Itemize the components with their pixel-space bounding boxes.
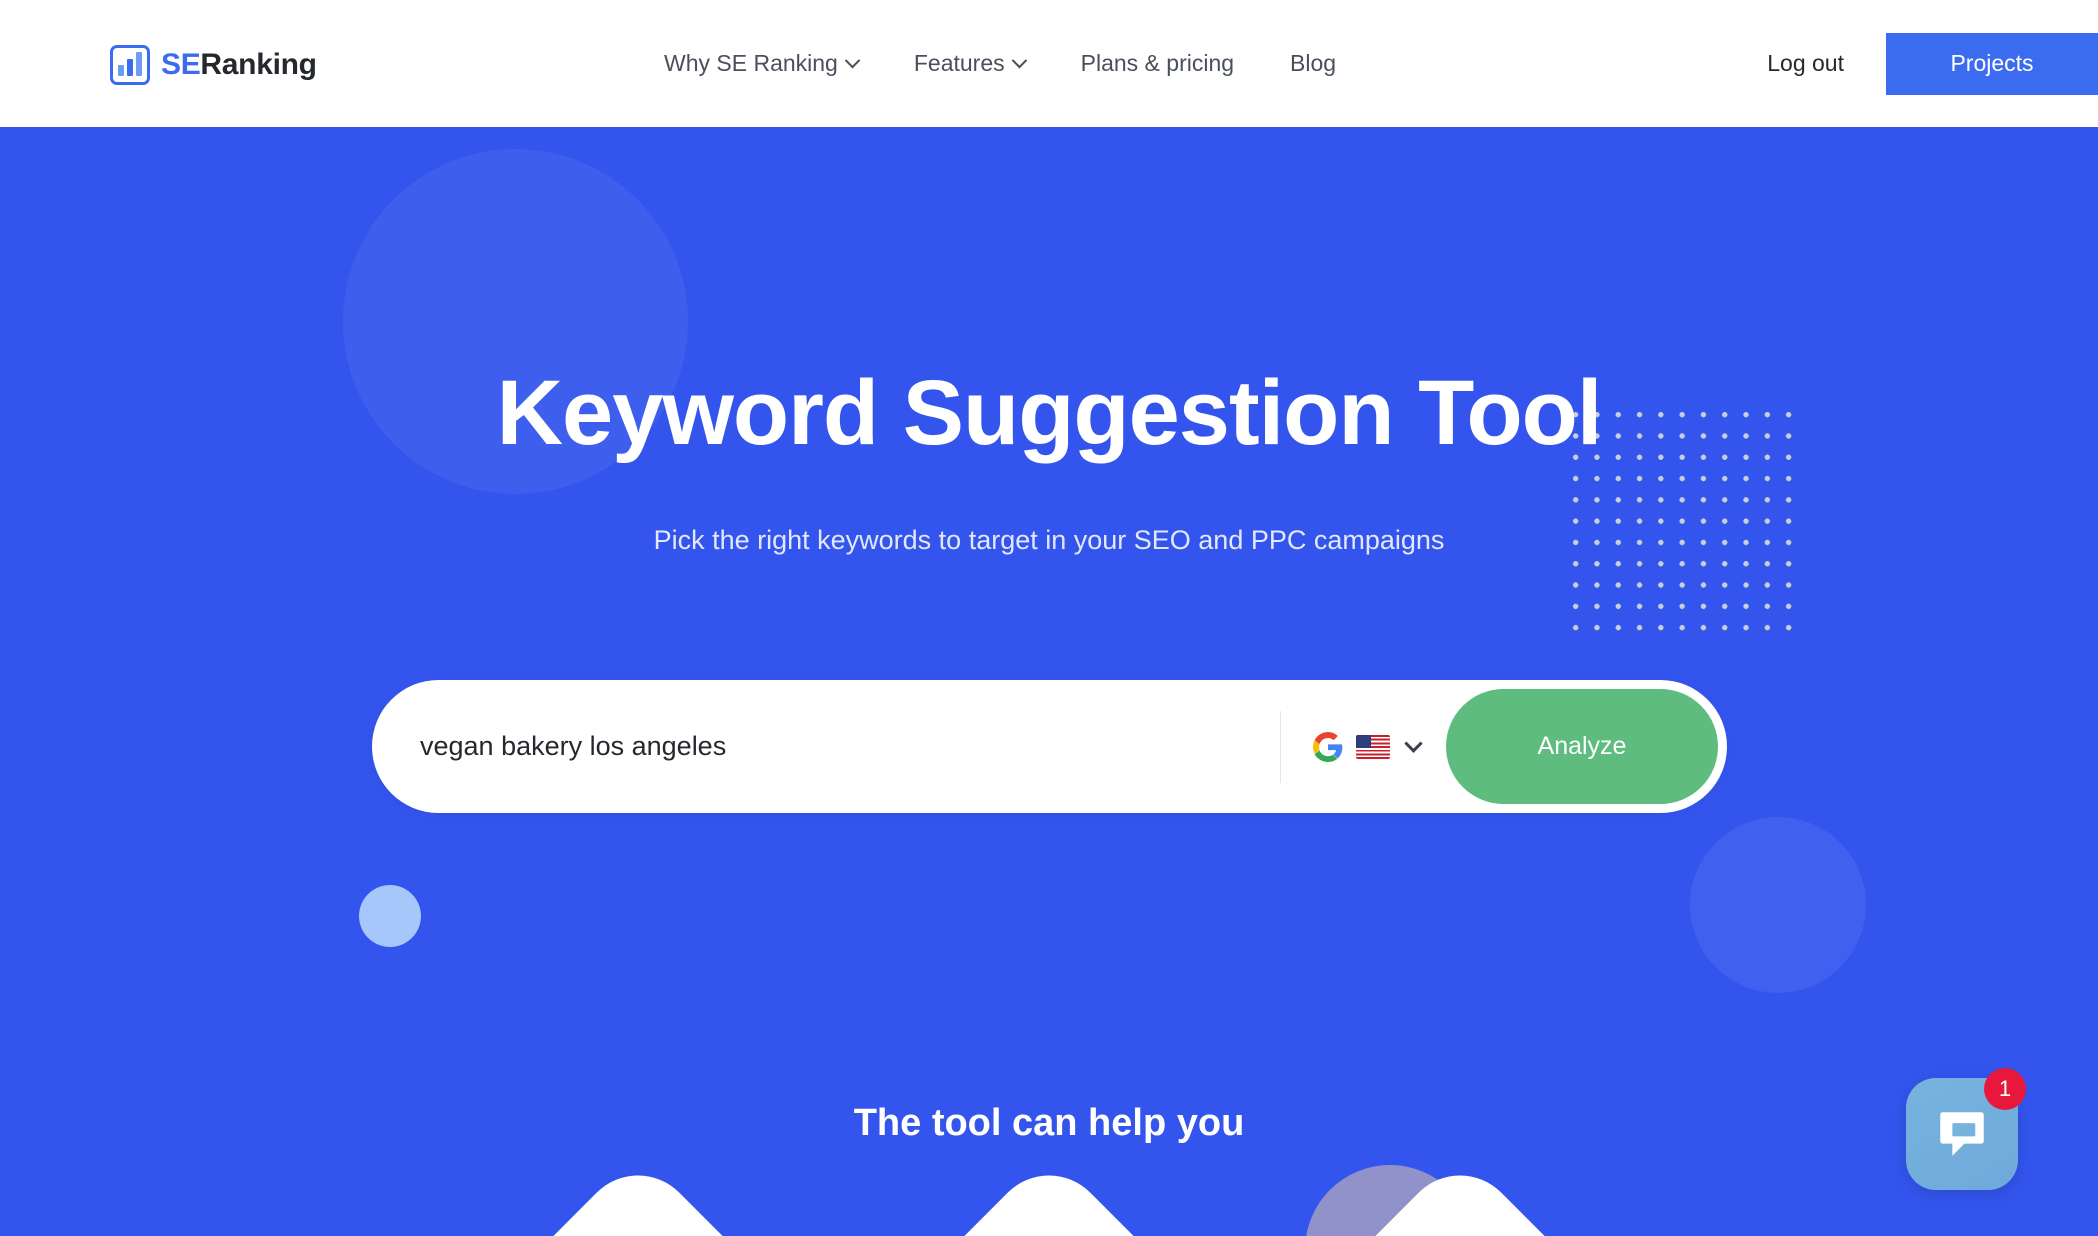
nav-item-plans-pricing[interactable]: Plans & pricing (1053, 50, 1262, 77)
bar-chart-logo-icon (110, 45, 150, 85)
chevron-down-icon (1404, 734, 1423, 753)
us-flag-icon (1356, 734, 1390, 759)
chevron-down-icon (844, 52, 861, 69)
logo-bar-3 (136, 52, 142, 76)
nav-label-blog: Blog (1290, 50, 1337, 76)
nav-label-plans-pricing: Plans & pricing (1080, 50, 1235, 76)
nav-label-features: Features (913, 50, 1005, 76)
chat-widget-button[interactable]: 1 (1906, 1068, 2026, 1190)
google-icon (1313, 731, 1343, 762)
hero-section: Keyword Suggestion Tool Pick the right k… (0, 127, 2098, 1236)
nav-item-why-se-ranking[interactable]: Why SE Ranking (636, 50, 886, 77)
us-flag-canton (1356, 734, 1371, 748)
help-section-title: The tool can help you (853, 1102, 1245, 1144)
analyze-button[interactable]: Analyze (1446, 689, 1718, 804)
feature-card-search-target[interactable] (1263, 1151, 1657, 1236)
chevron-down-icon (1011, 52, 1027, 69)
feature-cards (0, 1151, 2098, 1236)
keyword-search-bar: Analyze (372, 680, 1727, 813)
nav-item-blog[interactable]: Blog (1262, 50, 1364, 77)
se-ranking-logo[interactable]: SERanking (110, 44, 317, 86)
page-subtitle: Pick the right keywords to target in you… (653, 525, 1445, 555)
chat-unread-badge: 1 (1984, 1068, 2026, 1110)
decorative-circle-right (1690, 817, 1866, 993)
site-header: SERanking Why SE Ranking Features Plans … (0, 0, 2098, 127)
logout-link[interactable]: Log out (1725, 50, 1886, 77)
decorative-circle-small (359, 885, 421, 947)
logo-bar-1 (118, 65, 124, 76)
logo-wordmark: SERanking (161, 48, 317, 82)
search-input[interactable] (372, 680, 1280, 813)
search-engine-country-picker[interactable] (1280, 710, 1446, 783)
logo-bar-2 (127, 59, 133, 76)
nav-label-why-se-ranking: Why SE Ranking (664, 50, 838, 76)
feature-card-trending-up[interactable] (852, 1151, 1246, 1236)
logo-text-se: SE (161, 48, 201, 81)
page-title: Keyword Suggestion Tool (496, 362, 1603, 464)
nav-item-features[interactable]: Features (886, 50, 1053, 77)
chat-bubble-icon (1940, 1112, 1984, 1156)
projects-button[interactable]: Projects (1886, 32, 2098, 95)
logo-text-ranking: Ranking (200, 48, 317, 81)
main-navigation: Why SE Ranking Features Plans & pricing … (636, 0, 1364, 127)
page-root: SERanking Why SE Ranking Features Plans … (0, 0, 2098, 1236)
header-actions: Log out Projects (1725, 0, 2098, 127)
feature-card-pie-chart[interactable] (441, 1151, 835, 1236)
